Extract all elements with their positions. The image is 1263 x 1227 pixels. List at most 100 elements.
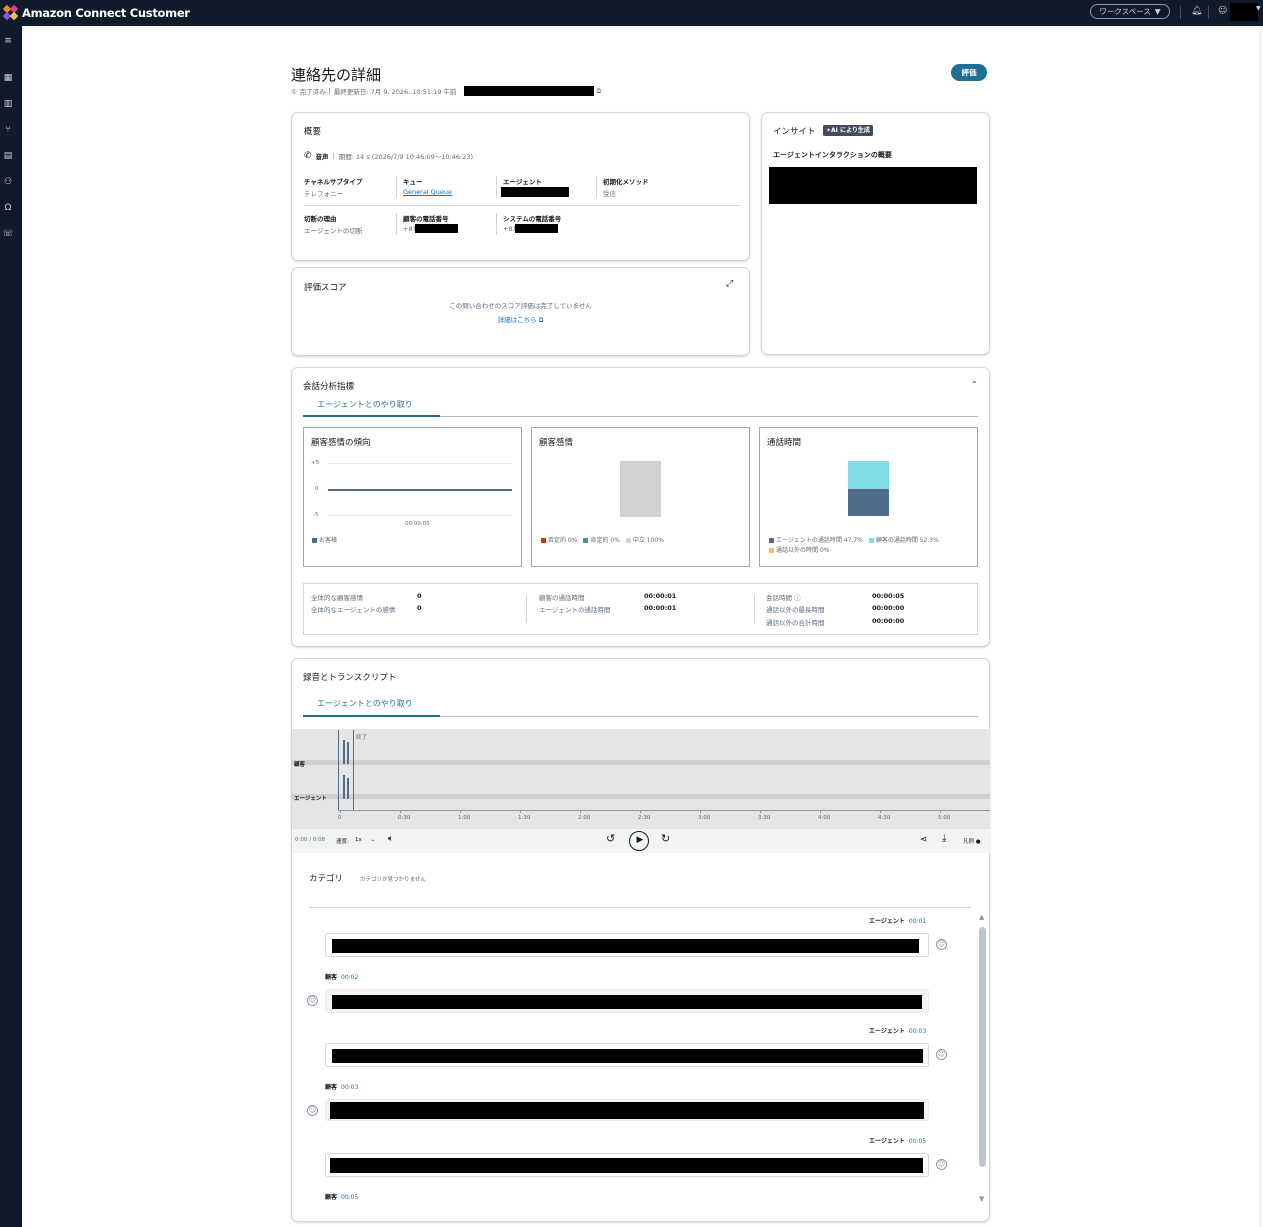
rewind-10-icon[interactable]: ↺: [606, 832, 615, 845]
time-readout: 0:00 / 0:08: [295, 837, 326, 843]
menu-icon[interactable]: ≡: [2, 35, 14, 47]
timestamp-link[interactable]: 00:03: [909, 1028, 926, 1035]
timeline-tick-mark: [820, 810, 821, 813]
legend-toggle[interactable]: 凡例 ●: [963, 837, 981, 845]
legend-swatch: [769, 548, 774, 553]
ai-badge-label: AI により生成: [831, 127, 870, 134]
agent-name-redacted: [501, 187, 569, 197]
user-icon[interactable]: ☺: [1218, 6, 1227, 16]
customer-message: [325, 1099, 929, 1121]
field-label: システムの電話番号: [503, 215, 562, 223]
phone-icon[interactable]: ☏: [2, 228, 14, 240]
chevron-down-icon[interactable]: ▼: [1256, 5, 1261, 12]
speaker-label: エージェント: [869, 1138, 905, 1145]
timestamp-link[interactable]: 00:05: [909, 1138, 926, 1145]
insight-summary-redacted: [769, 167, 977, 204]
stat-label-text: 会話時間: [766, 594, 792, 602]
scroll-up-icon[interactable]: ▲: [979, 913, 984, 921]
divider: [496, 176, 497, 198]
info-icon[interactable]: ⓘ: [794, 594, 801, 602]
scroll-down-icon[interactable]: ▼: [979, 1195, 984, 1203]
playhead-start[interactable]: [338, 730, 339, 810]
timeline-tick: 0: [338, 815, 342, 821]
workspace-button[interactable]: ワークスペース ▼: [1090, 4, 1170, 19]
stat-value: 00:00:00: [872, 604, 905, 612]
timeline-axis: [338, 810, 990, 811]
timestamp-link[interactable]: 00:02: [341, 974, 358, 981]
field-value: 受信: [603, 190, 616, 198]
download-icon[interactable]: ⤓: [942, 833, 946, 844]
sentiment-legend: 否定的 0% 肯定的 0% 中立 100%: [541, 535, 664, 544]
timeline-tick: 2:30: [638, 815, 651, 821]
message-redacted: [332, 1049, 923, 1063]
legend-swatch: [541, 538, 546, 543]
stat-label: 会話時間 ⓘ: [766, 592, 801, 602]
agent-time-bar: [848, 489, 889, 516]
timeline-tick: 3:00: [698, 815, 711, 821]
phone-redacted: [515, 224, 558, 233]
timestamp-link[interactable]: 00:01: [909, 918, 926, 925]
copy-icon[interactable]: ⧉: [597, 87, 602, 96]
transcript-scrollbar[interactable]: ▲ ▼: [978, 913, 987, 1203]
timeline-tick-mark: [400, 810, 401, 813]
share-icon[interactable]: ⋖: [920, 835, 928, 845]
tab-agent-interaction[interactable]: エージェントとのやり取り: [317, 698, 413, 709]
stat-value: 00:00:01: [644, 592, 677, 600]
field-label: エージェント: [503, 178, 542, 186]
play-button[interactable]: ▶: [629, 831, 649, 851]
category-title: カテゴリ: [309, 874, 344, 884]
expand-icon[interactable]: ⤢: [726, 279, 733, 289]
app-title: Amazon Connect Customer: [22, 6, 190, 20]
tab-agent-interaction[interactable]: エージェントとのやり取り: [317, 399, 413, 410]
routing-icon[interactable]: ⑂: [2, 124, 14, 136]
timestamp-link[interactable]: 00:05: [341, 1194, 358, 1201]
divider: [304, 205, 740, 206]
field-label: 初期化メソッド: [603, 178, 649, 186]
customer-segment: [343, 740, 345, 764]
scrollbar-thumb[interactable]: [979, 927, 986, 1167]
learn-more-link[interactable]: 詳細はこちら ⧉: [291, 314, 750, 325]
users-icon[interactable]: ⚇: [2, 176, 14, 188]
legend-label: 通話以外の時間 0%: [776, 547, 830, 554]
sentiment-title: 顧客感情: [539, 438, 574, 448]
stat-label: 顧客の通話時間: [539, 594, 585, 602]
timestamp-link[interactable]: 00:03: [341, 1084, 358, 1091]
sentiment-neutral-icon: ☺: [936, 1159, 947, 1170]
sentiment-neutral-icon: ☺: [936, 939, 947, 950]
timeline-tick: 0:30: [398, 815, 411, 821]
contact-id-redacted: [463, 86, 594, 96]
page-meta: ◎ 完了済み | 最終更新日: 7月 9, 2026, 10:51:19 午前 …: [291, 86, 601, 96]
timeline-tick-mark: [760, 810, 761, 813]
speed-select[interactable]: 1x ⌄: [355, 837, 375, 843]
queue-link[interactable]: General Queue: [403, 188, 452, 196]
side-nav: ≡ ▦ ▥ ⑂ ▤ ⚇ Ω ☏: [0, 26, 22, 1227]
stat-value: 00:00:05: [872, 592, 905, 600]
analytics-icon[interactable]: ▥: [2, 98, 14, 110]
tab-active-indicator: [303, 415, 440, 417]
forward-10-icon[interactable]: ↻: [661, 832, 670, 845]
evaluate-button[interactable]: 評価: [951, 64, 987, 81]
speed-value: 1x: [355, 837, 362, 843]
stat-label: 全体的な顧客感情: [311, 594, 363, 602]
customer-trend-line: [328, 489, 512, 491]
top-bar: Amazon Connect Customer: [0, 0, 1263, 26]
volume-icon[interactable]: 🔈︎: [388, 834, 393, 844]
legend-label: 中立 100%: [632, 537, 664, 544]
timeline-tick: 3:30: [758, 815, 771, 821]
legend-label: お客様: [319, 537, 338, 544]
insight-card: [761, 112, 990, 355]
sentiment-neutral-icon: ☺: [307, 1105, 318, 1116]
agent-segment: [347, 778, 349, 799]
talktime-legend: エージェントの通話時間 47.7% 顧客の通話時間 52.3%: [769, 535, 939, 544]
stat-value: 00:00:00: [872, 617, 905, 625]
collapse-icon[interactable]: ⌃: [971, 380, 978, 389]
user-name-redacted[interactable]: [1230, 3, 1258, 21]
bell-icon[interactable]: 🔔︎: [1191, 6, 1202, 16]
legend-swatch: [868, 538, 874, 543]
dashboard-icon[interactable]: ▦: [2, 72, 14, 84]
workspace-label: ワークスペース: [1099, 7, 1151, 16]
headset-icon[interactable]: Ω: [2, 202, 14, 214]
field-value: テレフォニー: [304, 190, 343, 198]
channels-icon[interactable]: ▤: [2, 150, 14, 162]
stat-value: 0: [417, 592, 422, 600]
